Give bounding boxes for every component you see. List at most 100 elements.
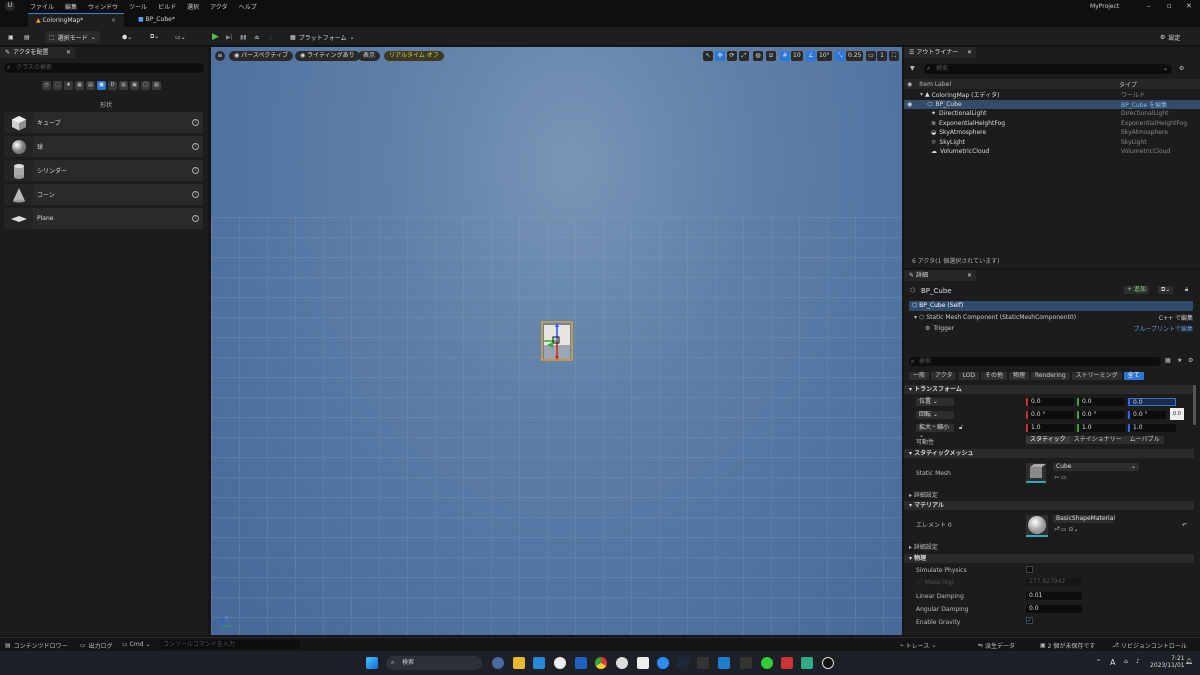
details-search-input[interactable]: ⌕ 検索 [909,357,1161,366]
output-log-button[interactable]: ▭ 出力ログ [80,641,113,650]
all-classes-category-icon[interactable]: ▥ [119,81,128,90]
expand-arrow-icon[interactable]: ▾ [920,91,923,98]
lighting-button[interactable]: ◉ ライティングあり [295,51,360,61]
favorite-star-icon[interactable]: ★ [1177,357,1182,364]
type-column[interactable]: タイプ [1119,80,1137,89]
move-tool-icon[interactable]: ✥ [715,51,725,61]
location-y-field[interactable]: 0.0 [1077,398,1125,406]
filter-actor[interactable]: アクタ [931,372,957,380]
details-tab[interactable]: ✎ 詳細 ✕ [904,270,976,281]
unreal-engine-taskbar-icon[interactable] [822,657,834,669]
tray-chevron-icon[interactable]: ^ [1096,659,1101,666]
browse-asset-icon[interactable]: ⇦ ▭ [1054,474,1067,481]
extra-category-icon[interactable]: ▧ [152,81,161,90]
menu-actor[interactable]: アクタ [210,2,227,11]
filter-all[interactable]: 全て [1123,372,1144,380]
maximize-viewport-icon[interactable]: ⛶ [889,51,899,61]
cmd-dropdown[interactable]: ▭ Cmd ⌄ [122,641,151,648]
static-mesh-dropdown[interactable]: Cube ⌄ [1053,463,1139,471]
add-actor-icon[interactable]: ⬢⌄ [122,31,132,43]
epic-games-icon[interactable] [697,657,709,669]
menu-edit[interactable]: 編集 [65,2,77,11]
menu-build[interactable]: ビルド [158,2,176,11]
shape-item-cube[interactable]: キューブ ? [4,112,203,133]
visual-category-icon[interactable]: ▤ [86,81,95,90]
help-icon[interactable]: ? [192,215,199,222]
scale-tool-icon[interactable]: ⤢ [739,51,749,61]
vscode-icon[interactable] [718,657,730,669]
camera-speed-value[interactable]: 1 [877,51,887,61]
add-component-button[interactable]: + 追加 [1124,286,1149,294]
grid-view-icon[interactable]: ▦ [1165,357,1171,364]
menu-window[interactable]: ウィンドウ [88,2,118,11]
steam-icon[interactable] [677,657,689,669]
unsaved-button[interactable]: ▣ 2 個が未保存です [1040,641,1095,650]
minimize-icon[interactable]: – [1147,2,1151,10]
filter-icon[interactable]: ▼ [910,65,915,72]
place-actors-tab[interactable]: ✎ アクタを配置 ✕ [0,47,75,58]
settings-gear-icon[interactable]: ⚙ [1179,65,1184,72]
physics-section-header[interactable]: ▾ 物理 [904,554,1194,563]
linear-damping-field[interactable]: 0.01 [1026,592,1082,600]
platform-button[interactable]: ▦ プラットフォーム ⌄ [290,31,355,43]
tab-coloringmap[interactable]: ▲ ColoringMap* ✕ [28,13,124,27]
filter-physics[interactable]: 物理 [1008,372,1029,380]
outliner-tab[interactable]: ☰ アウトライナー ✕ [904,47,976,58]
foliage-category-icon[interactable]: ▢ [141,81,150,90]
rotation-y-field[interactable]: 0.0 ° [1077,411,1125,419]
blueprint-options-button[interactable]: ⧉⌄ [1158,286,1174,294]
tab-bp-cube[interactable]: ■ BP_Cube* [130,13,183,27]
details-scrollbar[interactable] [1193,385,1196,425]
slack-icon[interactable] [616,657,628,669]
eject-icon[interactable]: ⏏ [254,31,260,43]
scale-snap-icon[interactable]: ⤡ [835,51,845,61]
chevron-down-icon[interactable]: ⌄ [1163,64,1168,74]
help-icon[interactable]: ? [192,191,199,198]
step-icon[interactable]: ▶| [226,31,233,43]
mobility-movable[interactable]: ムーバブル [1125,436,1164,444]
filter-misc[interactable]: その他 [980,372,1007,380]
menu-help[interactable]: ヘルプ [239,2,257,11]
outliner-row[interactable]: ☁ VolumetricCloud VolumetricCloud [904,147,1200,157]
browse-material-icon[interactable]: ⇦ ▭ ⊙⌄ [1054,526,1079,533]
zoom-icon[interactable] [657,657,669,669]
scale-z-field[interactable]: 1.0 [1128,424,1176,432]
advanced-expander[interactable]: ▸ 詳細設定 [909,490,938,499]
reset-icon[interactable]: ↶ [1182,522,1187,529]
rotation-snap-value[interactable]: 10° [817,51,832,61]
tab-close-icon[interactable]: ✕ [967,47,972,58]
camera-speed-icon[interactable]: ▭ [866,51,876,61]
derived-data-button[interactable]: ⇋ 派生データ [978,641,1015,650]
outliner-row[interactable]: ◒ SkyAtmosphere SkyAtmosphere [904,128,1200,138]
clock[interactable]: 7:21 2023/11/01 [1150,655,1185,669]
mass-override-checkbox[interactable] [916,579,922,585]
filter-streaming[interactable]: ストリーミング [1071,372,1122,380]
menu-select[interactable]: 選択 [187,2,199,11]
rotation-x-field[interactable]: 0.0 ° [1026,411,1074,419]
filter-rendering[interactable]: Rendering [1031,372,1070,380]
notification-bell-icon[interactable]: 🔔︎ [1185,658,1193,665]
select-tool-icon[interactable]: ↖ [703,51,713,61]
unreal-logo-icon[interactable]: U [5,1,15,11]
row-type[interactable]: BP_Cube を編集 [1121,100,1167,109]
material-thumbnail[interactable] [1026,515,1048,537]
realtime-off-badge[interactable]: リアルタイム オフ [384,51,444,61]
material-section-header[interactable]: ▾ マテリアル [904,501,1194,510]
shape-item-plane[interactable]: Plane ? [4,208,203,229]
component-row[interactable]: ⚙ Trigger ブループリントで編集 [909,323,1193,333]
notion-icon[interactable] [637,657,649,669]
actor-name-field[interactable]: BP_Cube [921,287,952,295]
help-icon[interactable]: ? [192,143,199,150]
scale-y-field[interactable]: 1.0 [1077,424,1125,432]
scale-x-field[interactable]: 1.0 [1026,424,1074,432]
more-options-icon[interactable]: ⋮ [268,31,274,43]
settings-gear-icon[interactable]: ⚙ [1188,357,1193,364]
outliner-row[interactable]: ✦ DirectionalLight DirectionalLight [904,109,1200,119]
mobility-static[interactable]: スタティック [1026,436,1070,444]
angular-damping-field[interactable]: 0.0 [1026,605,1082,613]
help-icon[interactable]: ? [192,167,199,174]
cinematics-icon[interactable]: ▭⌄ [175,31,186,43]
world-space-icon[interactable]: ◍ [753,51,763,61]
close-window-icon[interactable]: ✕ [1186,2,1192,10]
chrome-icon[interactable] [595,657,607,669]
